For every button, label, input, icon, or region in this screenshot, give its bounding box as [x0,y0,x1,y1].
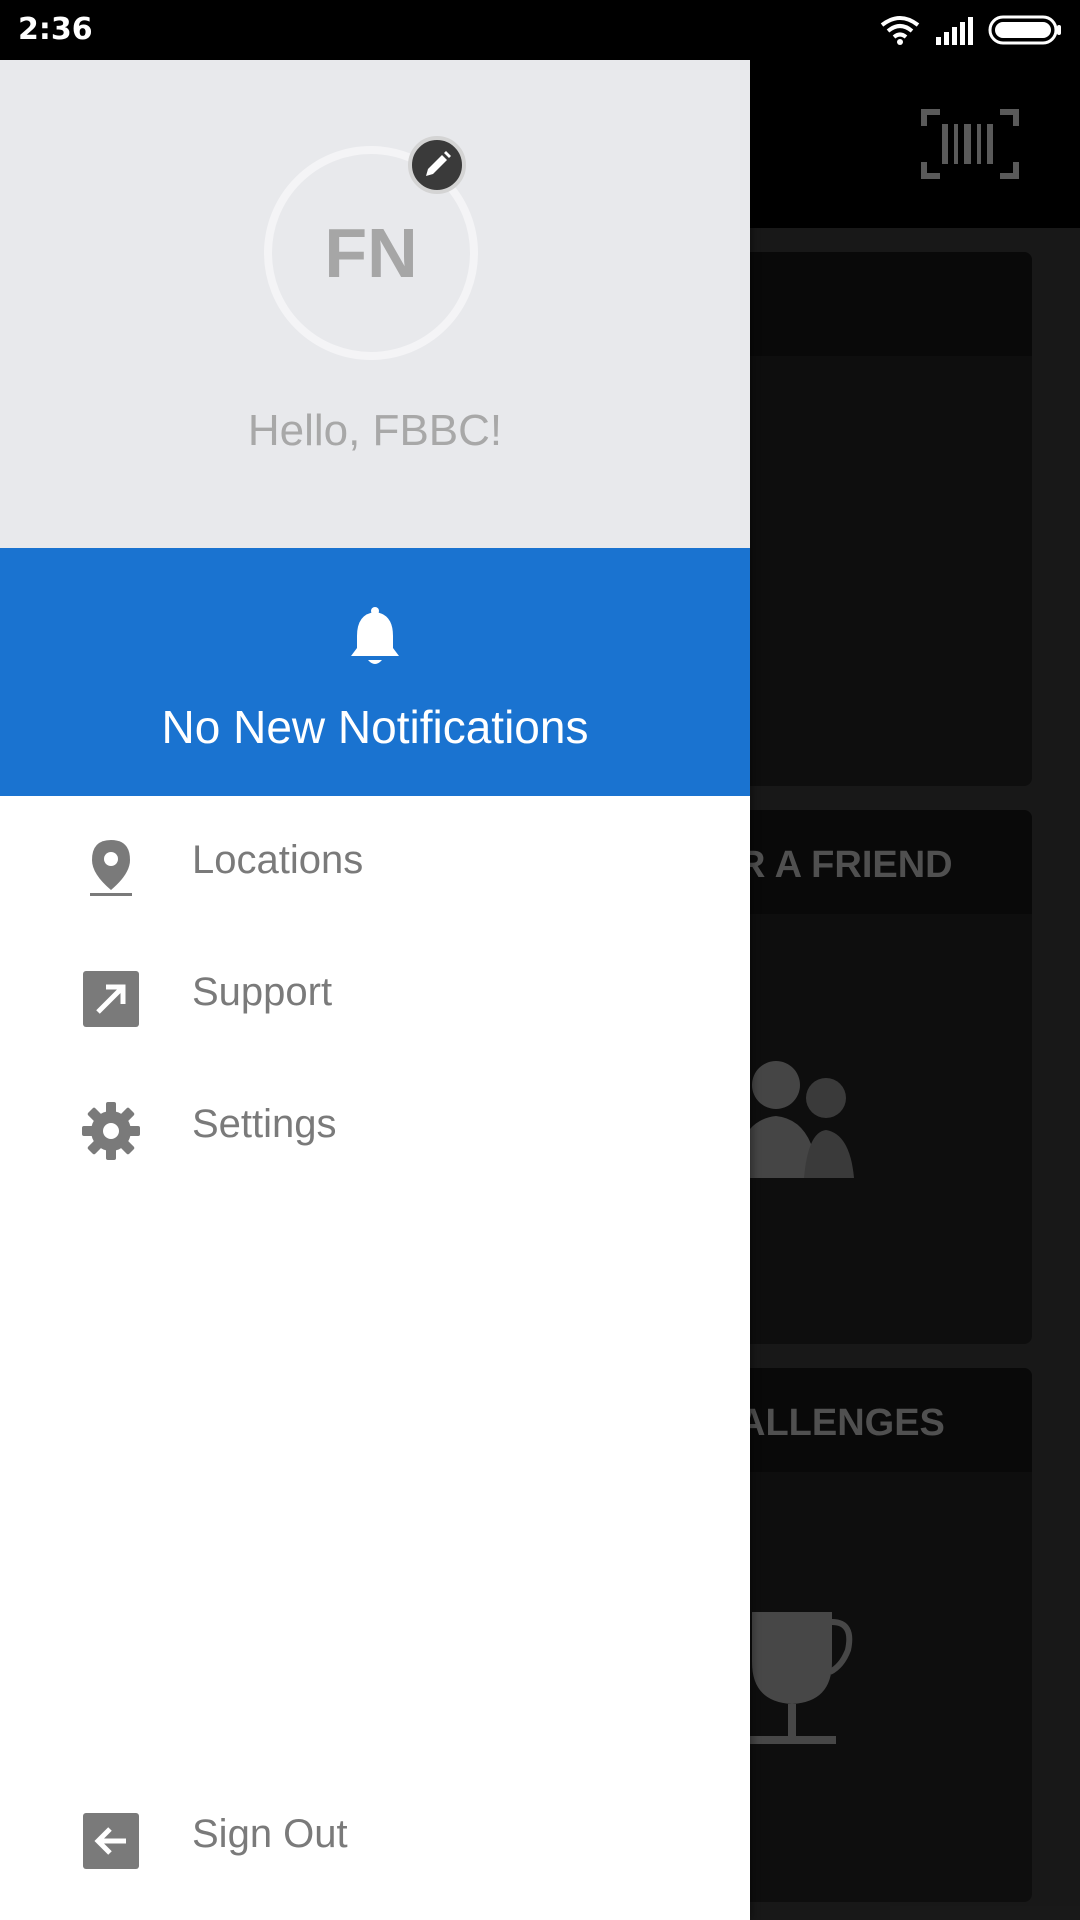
menu-item-settings[interactable]: Settings [0,1072,750,1182]
greeting-text: Hello, FBBC! [247,406,503,455]
edit-profile-button[interactable] [408,136,466,194]
bell-icon [351,607,399,664]
sign-out-label: Sign Out [192,1812,348,1856]
drawer-scrim[interactable] [750,60,1080,1920]
menu-label: Locations [192,838,364,882]
pencil-icon [426,151,451,176]
notifications-banner[interactable]: No New Notifications [0,548,750,796]
avatar-initials: FN [324,214,418,292]
status-bar: 2:36 [0,0,1080,60]
drawer-header: FN Hello, FBBC! [0,60,750,548]
signal-icon [936,17,973,45]
battery-icon [988,15,1061,45]
menu-label: Support [192,970,333,1014]
notifications-text: No New Notifications [161,701,589,753]
status-icons [880,14,1062,46]
menu-item-locations[interactable]: Locations [0,808,750,918]
status-time: 2:36 [18,12,93,47]
sign-out-button[interactable]: Sign Out [0,1782,750,1892]
navigation-drawer: FN Hello, FBBC! No New Notifications Loc… [0,60,750,1920]
location-pin-icon [90,840,132,896]
wifi-icon [880,16,920,45]
external-link-icon [83,971,139,1027]
sign-out-icon [83,1813,139,1869]
menu-label: Settings [192,1102,337,1146]
gear-icon [82,1102,140,1160]
menu-item-support[interactable]: Support [0,940,750,1050]
